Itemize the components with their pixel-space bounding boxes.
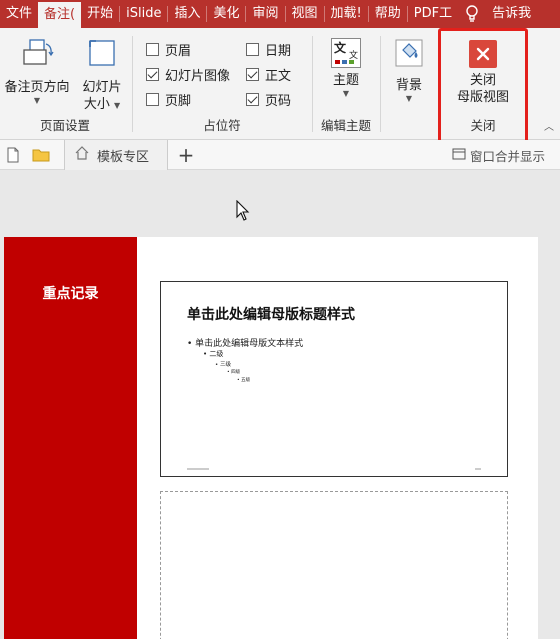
new-file-icon[interactable] xyxy=(6,140,24,170)
tab-review[interactable]: 审阅 xyxy=(246,0,284,28)
merge-windows-label: 窗口合并显示 xyxy=(470,148,546,164)
tab-addins[interactable]: 加载! xyxy=(325,0,368,28)
body-checkbox-label: 正文 xyxy=(265,69,292,84)
tab-notes-master[interactable]: 备注( xyxy=(38,2,82,28)
tab-pdf[interactable]: PDF工 xyxy=(408,0,458,28)
chevron-down-icon: ▼ xyxy=(33,96,41,105)
tab-template-zone[interactable]: 模板专区 xyxy=(64,140,168,170)
header-checkbox-label: 页眉 xyxy=(165,44,192,59)
page-number-checkbox[interactable]: 页码 xyxy=(246,90,291,109)
group-placeholders: 页眉 幻灯片图像 页脚 日期 正文 页码 占位符 xyxy=(134,28,310,140)
checkbox-box xyxy=(146,68,159,81)
checkbox-box xyxy=(246,93,259,106)
folder-icon[interactable] xyxy=(32,140,52,170)
orientation-icon xyxy=(2,38,72,75)
swatch-icon xyxy=(349,60,354,64)
placeholders-group-label: 占位符 xyxy=(203,118,241,133)
body-checkbox[interactable]: 正文 xyxy=(246,65,291,84)
theme-icon-glyph: 文 xyxy=(334,41,347,55)
body-level-4: • 四级 xyxy=(227,370,241,375)
paint-bucket-icon xyxy=(386,38,432,73)
notes-orientation-label: 备注页方向 xyxy=(4,80,70,95)
mouse-cursor-icon xyxy=(236,199,250,225)
edit-theme-group-label: 编辑主题 xyxy=(320,118,371,133)
merge-windows-button[interactable]: 窗口合并显示 xyxy=(452,140,545,170)
tab-beautify[interactable]: 美化 xyxy=(207,0,245,28)
group-background: 背景 ▼ xyxy=(382,28,436,140)
tab-tell-me[interactable]: 告诉我 xyxy=(486,0,537,28)
group-edit-theme: 文 文 主题 ▼ 编辑主题 xyxy=(314,28,378,140)
home-icon xyxy=(75,146,89,164)
slide-image-checkbox-label: 幻灯片图像 xyxy=(165,69,231,84)
notes-body-placeholder[interactable] xyxy=(160,491,508,639)
ribbon-tab-bar: 文件 备注( 开始 iSlide 插入 美化 审阅 视图 加载! 帮助 PDF工… xyxy=(0,0,560,28)
body-level-5: • 五级 xyxy=(237,378,251,383)
slide-size-button[interactable]: 幻灯片 大小 ▼ xyxy=(74,38,130,114)
chevron-down-icon: ▼ xyxy=(405,94,413,103)
tab-view[interactable]: 视图 xyxy=(286,0,324,28)
body-level-1: • 单击此处编辑母版文本样式 xyxy=(187,339,304,349)
slide-number-footer xyxy=(475,468,481,470)
workspace: 重点记录 单击此处编辑母版标题样式 • 单击此处编辑母版文本样式 • 二级 • … xyxy=(0,171,560,639)
add-tab-button[interactable]: + xyxy=(174,140,198,170)
body-level-3: • 三级 xyxy=(215,362,231,368)
group-page-setup: 备注页方向 ▼ 幻灯片 大小 ▼ 页面设置 xyxy=(0,28,130,140)
page-number-checkbox-label: 页码 xyxy=(265,94,292,109)
footer-checkbox-label: 页脚 xyxy=(165,94,192,109)
tab-islide[interactable]: iSlide xyxy=(120,0,167,28)
slide-date-footer xyxy=(187,468,209,470)
chevron-down-icon: ▼ xyxy=(342,89,350,98)
theme-button[interactable]: 文 文 主题 ▼ xyxy=(320,38,372,99)
group-divider xyxy=(380,36,381,132)
tab-help[interactable]: 帮助 xyxy=(369,0,407,28)
swatch-icon xyxy=(342,60,347,64)
page-setup-group-label: 页面设置 xyxy=(39,118,90,133)
date-checkbox[interactable]: 日期 xyxy=(246,40,291,59)
notes-orientation-button[interactable]: 备注页方向 ▼ xyxy=(2,38,72,106)
footer-checkbox[interactable]: 页脚 xyxy=(146,90,191,109)
checkbox-box xyxy=(246,43,259,56)
red-side-panel: 重点记录 xyxy=(4,237,137,639)
background-button[interactable]: 背景 ▼ xyxy=(386,38,432,104)
checkbox-box xyxy=(246,68,259,81)
checkbox-box xyxy=(146,93,159,106)
background-label: 背景 xyxy=(395,78,422,93)
side-panel-title: 重点记录 xyxy=(42,286,99,302)
tab-home[interactable]: 开始 xyxy=(81,0,119,28)
tab-insert[interactable]: 插入 xyxy=(168,0,206,28)
body-level-2: • 二级 xyxy=(203,350,224,358)
date-checkbox-label: 日期 xyxy=(265,44,292,59)
annotation-highlight-box xyxy=(438,28,528,148)
collapse-ribbon-icon[interactable]: ︿ xyxy=(544,118,554,133)
slide-size-icon xyxy=(74,38,130,75)
group-divider xyxy=(312,36,313,132)
document-tab-bar: 模板专区 + 窗口合并显示 xyxy=(0,140,560,170)
group-divider xyxy=(132,36,133,132)
tab-file[interactable]: 文件 xyxy=(0,0,38,28)
slide-title: 单击此处编辑母版标题样式 xyxy=(187,307,355,323)
theme-icon: 文 文 xyxy=(331,38,361,68)
notes-page: 重点记录 单击此处编辑母版标题样式 • 单击此处编辑母版文本样式 • 二级 • … xyxy=(4,237,538,639)
header-checkbox[interactable]: 页眉 xyxy=(146,40,191,59)
window-icon xyxy=(452,148,466,163)
slide-image-checkbox[interactable]: 幻灯片图像 xyxy=(146,65,230,84)
checkbox-box xyxy=(146,43,159,56)
lightbulb-icon[interactable] xyxy=(458,0,486,28)
slide-size-label-2: 大小 ▼ xyxy=(83,97,121,112)
theme-label: 主题 xyxy=(332,73,359,88)
tab-template-zone-label: 模板专区 xyxy=(97,149,150,165)
swatch-icon xyxy=(335,60,340,64)
slide-image-placeholder[interactable]: 单击此处编辑母版标题样式 • 单击此处编辑母版文本样式 • 二级 • 三级 • … xyxy=(160,281,508,477)
slide-size-label-1: 幻灯片 xyxy=(82,80,122,95)
